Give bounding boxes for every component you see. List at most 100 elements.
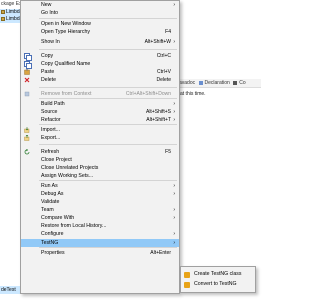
menu-item-run-as[interactable]: Run As › <box>21 182 179 190</box>
menu-item-label: Export... <box>41 135 61 141</box>
selected-item-label[interactable]: deTest <box>0 286 20 294</box>
menu-item-team[interactable]: Team › <box>21 206 179 214</box>
menu-item-label: Configure <box>41 231 64 237</box>
menu-item-restore-from-local-history[interactable]: Restore from Local History... <box>21 222 179 230</box>
menu-item-label: Source <box>41 109 58 115</box>
menu-item-testng[interactable]: TestNG › <box>21 239 179 247</box>
import-icon <box>24 127 30 133</box>
menu-item-build-path[interactable]: Build Path › <box>21 100 179 108</box>
menu-item-close-project[interactable]: Close Project <box>21 156 179 164</box>
menu-separator <box>39 49 177 50</box>
submenu-item-label: Create TestNG class <box>194 271 242 277</box>
tab-javadoc[interactable]: avadoc <box>179 79 195 87</box>
submenu-arrow-icon: › <box>173 231 175 237</box>
testng-icon <box>184 271 190 278</box>
menu-separator <box>39 247 177 248</box>
menu-item-refresh[interactable]: Refresh F5 <box>21 148 179 156</box>
menu-item-properties[interactable]: Properties Alt+Enter <box>21 249 179 257</box>
menu-item-export[interactable]: Export... <box>21 134 179 142</box>
menu-item-configure[interactable]: Configure › <box>21 230 179 238</box>
bottom-panel-tabs: avadoc Declaration Co <box>178 79 261 88</box>
menu-item-copy[interactable]: Copy Ctrl+C <box>21 52 179 61</box>
submenu-item-create-testng-class[interactable]: Create TestNG class <box>181 270 255 279</box>
menu-separator <box>39 180 177 181</box>
submenu-arrow-icon: › <box>173 183 175 189</box>
menu-item-label: Validate <box>41 199 60 205</box>
menu-item-shortcut: Ctrl+C <box>156 53 171 59</box>
menu-separator <box>39 87 177 88</box>
menu-item-label: Refactor <box>41 117 61 123</box>
console-icon <box>233 80 238 85</box>
menu-item-label: Close Project <box>41 157 72 163</box>
paste-icon <box>24 69 30 75</box>
menu-item-close-unrelated-projects[interactable]: Close Unrelated Projects <box>21 164 179 172</box>
menu-item-go-into[interactable]: Go Into <box>21 9 179 17</box>
menu-item-label: Build Path <box>41 101 65 107</box>
console-message: at this time. <box>180 91 206 97</box>
tab-console[interactable]: Co <box>232 79 246 87</box>
menu-separator <box>39 124 177 125</box>
menu-item-debug-as[interactable]: Debug As › <box>21 190 179 198</box>
menu-item-paste[interactable]: Paste Ctrl+V <box>21 68 179 76</box>
menu-item-shortcut: F4 <box>165 29 171 35</box>
menu-item-label: Open Type Hierarchy <box>41 29 90 35</box>
testng-icon <box>184 281 190 288</box>
refresh-icon <box>24 149 30 155</box>
submenu-arrow-icon: › <box>173 2 175 8</box>
menu-item-label: Open in New Window <box>41 21 91 27</box>
menu-item-label: Team <box>41 207 54 213</box>
menu-item-label: Delete <box>41 77 56 83</box>
menu-item-label: Copy <box>41 53 54 59</box>
project-icon <box>1 9 5 14</box>
menu-item-open-type-hierarchy[interactable]: Open Type Hierarchy F4 <box>21 28 179 36</box>
menu-item-label: New <box>41 2 52 8</box>
menu-item-shortcut: Alt+Enter <box>150 250 171 256</box>
menu-item-label: Restore from Local History... <box>41 223 107 229</box>
menu-item-remove-from-context[interactable]: Remove from Context Ctrl+Alt+Shift+Down <box>21 90 179 98</box>
menu-item-import[interactable]: Import... <box>21 126 179 134</box>
menu-item-label: Remove from Context <box>41 91 92 97</box>
menu-item-copy-qualified-name[interactable]: Copy Qualified Name <box>21 60 179 69</box>
submenu-arrow-icon: › <box>173 240 175 246</box>
context-menu: New › Go Into Open in New Window Open Type H… <box>20 0 180 294</box>
menu-item-shortcut: Alt+Shift+S <box>145 109 171 115</box>
menu-item-shortcut: F5 <box>165 149 171 155</box>
delete-icon <box>24 77 30 83</box>
menu-item-label: Paste <box>41 69 55 75</box>
menu-item-new[interactable]: New › <box>21 1 179 9</box>
menu-item-label: Show In <box>41 39 60 45</box>
menu-item-label: Assign Working Sets... <box>41 173 94 179</box>
tab-declaration[interactable]: Declaration <box>198 79 230 87</box>
menu-item-label: Debug As <box>41 191 64 197</box>
submenu-arrow-icon: › <box>173 215 175 221</box>
menu-item-compare-with[interactable]: Compare With › <box>21 214 179 222</box>
menu-item-source[interactable]: Source Alt+Shift+S › <box>21 108 179 116</box>
menu-item-label: Copy Qualified Name <box>41 61 91 67</box>
menu-item-delete[interactable]: Delete Delete <box>21 76 179 84</box>
testng-submenu: Create TestNG class Convert to TestNG <box>180 266 256 293</box>
submenu-arrow-icon: › <box>173 117 175 123</box>
menu-separator <box>39 144 177 145</box>
menu-separator <box>39 98 177 99</box>
menu-item-show-in[interactable]: Show In Alt+Shift+W › <box>21 38 179 46</box>
remove-icon <box>24 91 30 97</box>
menu-item-assign-working-sets[interactable]: Assign Working Sets... <box>21 172 179 180</box>
submenu-arrow-icon: › <box>173 39 175 45</box>
submenu-item-convert-to-testng[interactable]: Convert to TestNG <box>181 280 255 289</box>
menu-item-validate[interactable]: Validate <box>21 198 179 206</box>
menu-item-shortcut: Delete <box>156 77 171 83</box>
menu-item-label: Close Unrelated Projects <box>41 165 99 171</box>
menu-item-open-in-new-window[interactable]: Open in New Window <box>21 20 179 28</box>
menu-item-label: Go Into <box>41 10 59 16</box>
menu-item-shortcut: Ctrl+Alt+Shift+Down <box>125 91 171 97</box>
menu-item-label: Refresh <box>41 149 60 155</box>
copy-icon <box>24 53 32 61</box>
copy-icon <box>24 61 32 69</box>
project-icon <box>1 16 5 21</box>
submenu-item-label: Convert to TestNG <box>194 281 237 287</box>
menu-item-label: Run As <box>41 183 58 189</box>
menu-item-label: Properties <box>41 250 65 256</box>
menu-item-label: TestNG <box>41 240 59 246</box>
menu-item-refactor[interactable]: Refactor Alt+Shift+T › <box>21 116 179 124</box>
submenu-arrow-icon: › <box>173 207 175 213</box>
